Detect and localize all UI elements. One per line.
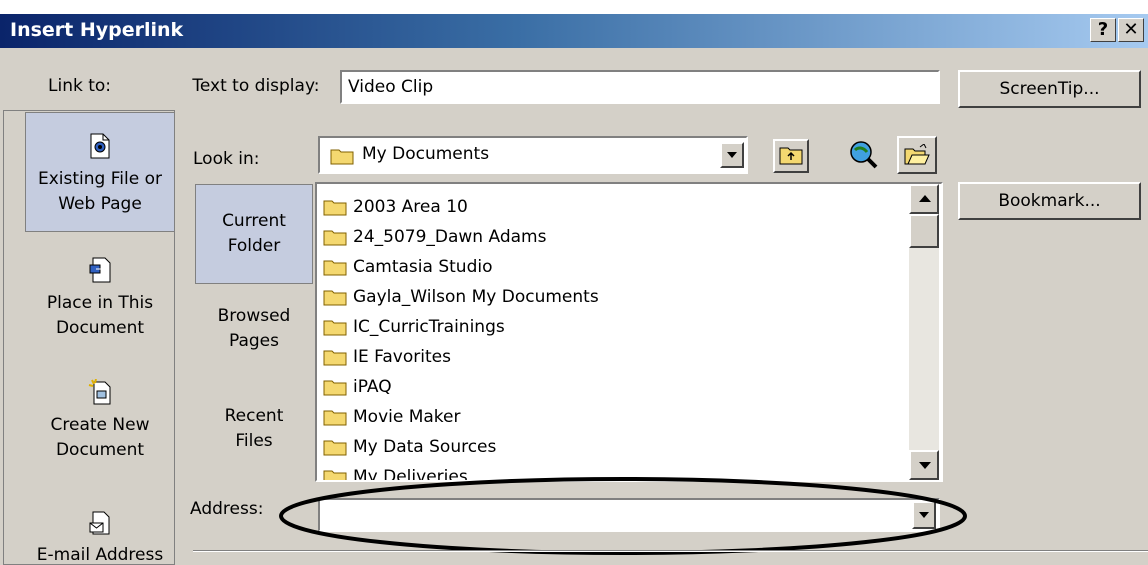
file-name: My Data Sources — [353, 437, 497, 457]
close-button[interactable]: ✕ — [1118, 18, 1144, 42]
look-in-dropdown[interactable]: My Documents — [318, 136, 748, 174]
browse-current-label-1: Current — [222, 211, 286, 231]
browse-browsed-label-2: Pages — [228, 331, 279, 351]
address-label: Address: — [190, 499, 264, 519]
file-name: Gayla_Wilson My Documents — [353, 287, 599, 307]
window-title: Insert Hyperlink — [10, 19, 184, 41]
link-to-heading: Link to: — [48, 76, 112, 96]
text-to-display-label: TText to display: — [192, 76, 320, 96]
up-one-folder-button[interactable] — [773, 139, 809, 173]
link-create-new-document[interactable]: Create New Document — [25, 369, 175, 469]
browse-recent-label-2: Files — [235, 431, 273, 451]
file-name: iPAQ — [353, 377, 392, 397]
file-list-item[interactable]: Gayla_Wilson My Documents — [323, 282, 599, 312]
scroll-up-button[interactable] — [909, 184, 939, 214]
link-existing-file-or-web-page[interactable]: Existing File or Web Page — [25, 112, 175, 232]
folder-icon — [323, 440, 347, 456]
folder-icon — [323, 290, 347, 306]
file-name: 2003 Area 10 — [353, 197, 468, 217]
vertical-scrollbar[interactable] — [909, 184, 939, 480]
folder-icon — [323, 350, 347, 366]
browse-recent-files[interactable]: Recent Files — [195, 404, 313, 474]
browse-recent-label-1: Recent — [224, 406, 284, 426]
open-folder-icon — [904, 143, 930, 165]
link-create-label-1: Create New — [50, 415, 150, 435]
bottom-divider — [193, 550, 1148, 552]
link-place-label-2: Document — [55, 318, 145, 338]
folder-icon — [323, 410, 347, 426]
file-list-item[interactable]: iPAQ — [323, 372, 392, 402]
file-list[interactable]: 2003 Area 10 24_5079_Dawn Adams Camtasia S… — [315, 182, 943, 482]
address-input[interactable] — [318, 498, 940, 532]
browse-options: Current Folder Browsed Pages Recent File… — [193, 182, 315, 482]
browse-web-button[interactable] — [847, 138, 879, 172]
link-create-label-2: Document — [55, 440, 145, 460]
browse-current-label-2: Folder — [227, 236, 281, 256]
file-list-item[interactable]: Movie Maker — [323, 402, 461, 432]
email-address-icon — [89, 511, 110, 535]
title-bar: Insert Hyperlink ? ✕ — [0, 14, 1148, 48]
link-existing-label-2: Web Page — [58, 194, 142, 214]
file-name: My Deliveries — [353, 467, 468, 482]
folder-icon — [323, 200, 347, 216]
bookmark-button[interactable]: Bookmark... — [958, 182, 1141, 220]
browse-browsed-label-1: Browsed — [217, 306, 291, 326]
folder-icon — [323, 230, 347, 246]
file-list-item[interactable]: IE Favorites — [323, 342, 451, 372]
link-place-in-this-document[interactable]: Place in This Document — [25, 247, 175, 347]
file-name: Camtasia Studio — [353, 257, 493, 277]
scroll-thumb[interactable] — [909, 214, 939, 248]
link-to-bar: Existing File or Web Page Place in This … — [3, 110, 175, 565]
folder-icon — [323, 320, 347, 336]
text-to-display-label-text: Text to display: — [192, 76, 320, 96]
file-list-item[interactable]: My Deliveries — [323, 462, 468, 482]
screentip-button[interactable]: ScreenTip... — [958, 70, 1141, 108]
browse-the-web-icon — [850, 141, 878, 169]
insert-hyperlink-dialog: Insert Hyperlink ? ✕ Link to: Existing F… — [0, 14, 1148, 565]
existing-file-icon — [90, 133, 110, 159]
file-list-item[interactable]: IC_CurricTrainings — [323, 312, 505, 342]
folder-icon — [323, 260, 347, 276]
file-list-item[interactable]: Camtasia Studio — [323, 252, 492, 282]
file-name: Movie Maker — [353, 407, 461, 427]
link-email-label: E-mail Address — [36, 545, 164, 565]
help-button[interactable]: ? — [1090, 18, 1116, 42]
up-folder-icon — [779, 147, 803, 165]
look-in-dropdown-arrow[interactable] — [720, 142, 744, 168]
file-name: IE Favorites — [353, 347, 451, 367]
scroll-down-button[interactable] — [909, 450, 939, 480]
browse-for-file-button[interactable] — [897, 136, 937, 174]
link-existing-label-1: Existing File or — [38, 169, 162, 189]
file-list-item[interactable]: 2003 Area 10 — [323, 192, 468, 222]
file-list-item[interactable]: My Data Sources — [323, 432, 496, 462]
create-new-document-icon — [88, 378, 111, 405]
folder-icon — [330, 149, 354, 165]
folder-icon — [323, 470, 347, 480]
look-in-value: My Documents — [362, 144, 490, 164]
place-in-document-icon — [89, 257, 111, 283]
browse-browsed-pages[interactable]: Browsed Pages — [195, 304, 313, 374]
file-name: IC_CurricTrainings — [353, 317, 505, 337]
address-dropdown-arrow[interactable] — [912, 501, 936, 529]
link-email-address[interactable]: E-mail Address — [25, 501, 175, 565]
folder-icon — [323, 380, 347, 396]
text-to-display-input[interactable]: Video Clip — [340, 70, 940, 104]
link-place-label-1: Place in This — [46, 293, 154, 313]
browse-current-folder[interactable]: Current Folder — [195, 184, 313, 284]
file-name: 24_5079_Dawn Adams — [353, 227, 547, 247]
look-in-label: Look in: — [193, 149, 260, 169]
file-list-item[interactable]: 24_5079_Dawn Adams — [323, 222, 546, 252]
